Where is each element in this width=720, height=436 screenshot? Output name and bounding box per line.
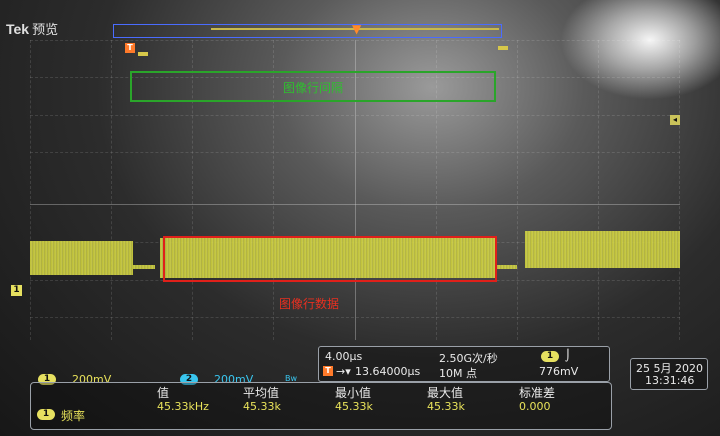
signal-trace-gap-right bbox=[495, 265, 517, 269]
cursor-left-marker bbox=[138, 52, 148, 56]
mode-label: 预览 bbox=[32, 22, 59, 37]
trigger-slope-icon: ⌡ bbox=[565, 349, 571, 362]
meas-header-max: 最大值 bbox=[427, 386, 464, 400]
meas-header-mean: 平均值 bbox=[243, 386, 280, 400]
measurement-panel[interactable]: 值 平均值 最小值 最大值 标准差 1 频率 45.33kHz 45.33k 4… bbox=[30, 382, 612, 430]
trigger-left-icon: T bbox=[125, 43, 135, 53]
meas-min: 45.33k bbox=[335, 400, 373, 413]
trigger-delay: 13.64000µs bbox=[355, 365, 421, 378]
oscilloscope-screen: Tek 预览 ▼ T ◂ 图像行间隔 图像行数据 1 4.00µs 2.50G次/… bbox=[0, 0, 720, 436]
trigger-level: 776mV bbox=[539, 365, 579, 378]
datetime-panel: 25 5月 2020 13:31:46 bbox=[630, 358, 708, 390]
horizontal-scale: 4.00µs bbox=[325, 350, 363, 363]
meas-max: 45.33k bbox=[427, 400, 465, 413]
row-data-box bbox=[163, 236, 497, 282]
meas-mean: 45.33k bbox=[243, 400, 281, 413]
time: 13:31:46 bbox=[645, 374, 695, 387]
record-view-box bbox=[113, 24, 502, 38]
row-interval-label: 图像行间隔 bbox=[282, 81, 343, 95]
signal-trace-right bbox=[525, 231, 680, 268]
row-interval-box: 图像行间隔 bbox=[130, 71, 496, 102]
trigger-source-pill: 1 bbox=[541, 351, 559, 362]
meas-header-min: 最小值 bbox=[335, 386, 372, 400]
trigger-level-icon[interactable]: ◂ bbox=[670, 115, 680, 125]
trigger-delay-arrow-icon: →▾ bbox=[336, 365, 351, 378]
meas-value: 45.33kHz bbox=[157, 400, 209, 413]
brand-label: Tek 预览 bbox=[6, 19, 58, 38]
trigger-delay-icon: T bbox=[323, 366, 333, 376]
signal-trace-gap-left bbox=[133, 265, 155, 269]
meas-name: 频率 bbox=[61, 409, 86, 423]
meas-header-stddev: 标准差 bbox=[519, 386, 556, 400]
record-length: 10M 点 bbox=[439, 367, 477, 380]
signal-trace-left bbox=[30, 241, 133, 275]
ch1-ground-marker[interactable]: 1 bbox=[11, 285, 22, 296]
brand-name: Tek bbox=[6, 21, 30, 37]
sample-rate: 2.50G次/秒 bbox=[439, 352, 498, 365]
meas-stddev: 0.000 bbox=[519, 400, 551, 413]
meas-header-value: 值 bbox=[157, 386, 170, 400]
trigger-position-icon[interactable]: ▼ bbox=[352, 22, 361, 36]
cursor-right-marker bbox=[498, 46, 508, 50]
meas-channel-badge: 1 bbox=[37, 409, 55, 420]
row-data-label: 图像行数据 bbox=[279, 297, 340, 311]
timebase-panel[interactable]: 4.00µs 2.50G次/秒 1 ⌡ T →▾ 13.64000µs 10M … bbox=[318, 346, 610, 382]
